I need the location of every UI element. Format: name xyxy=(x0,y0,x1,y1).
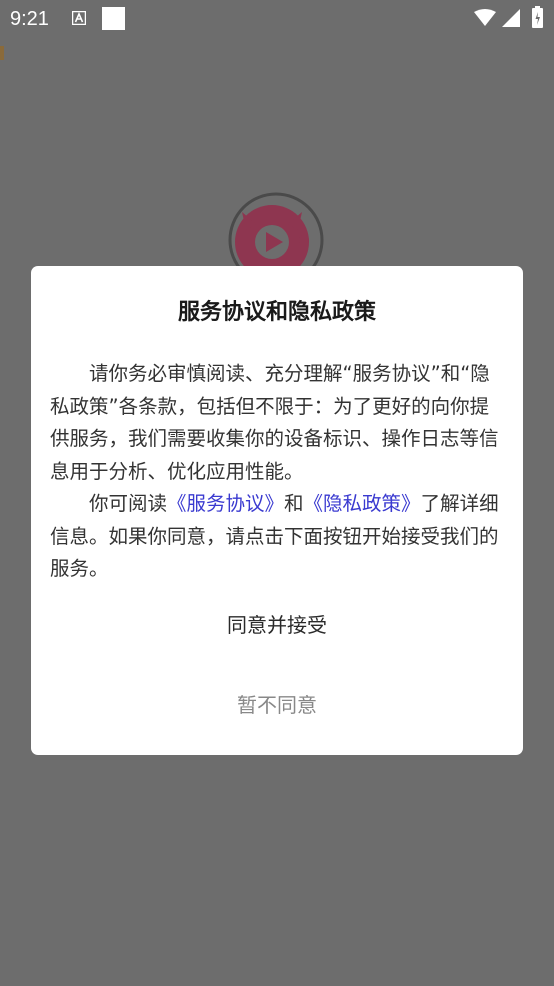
paragraph-middle: 和 xyxy=(284,492,304,515)
screen: 9:21 服务协议和隐私政策 请你务必审慎阅读、充分理解“服务协议”和“隐私政策… xyxy=(0,0,554,986)
square-notification-icon xyxy=(102,7,125,30)
dialog-title: 服务协议和隐私政策 xyxy=(177,300,376,325)
service-agreement-link[interactable]: 《服务协议》 xyxy=(167,492,284,515)
privacy-dialog: 服务协议和隐私政策 请你务必审慎阅读、充分理解“服务协议”和“隐私政策”各条款，… xyxy=(31,266,523,755)
status-bar: 9:21 xyxy=(0,0,554,38)
agree-button[interactable]: 同意并接受 xyxy=(31,603,523,647)
dialog-paragraph: 请你务必审慎阅读、充分理解“服务协议”和“隐私政策”各条款，包括但不限于：为了更… xyxy=(50,362,499,483)
paragraph-prefix: 你可阅读 xyxy=(89,492,168,515)
a-notification-icon xyxy=(72,11,86,25)
dialog-body: 请你务必审慎阅读、充分理解“服务协议”和“隐私政策”各条款，包括但不限于：为了更… xyxy=(50,358,506,586)
wifi-icon xyxy=(474,9,496,26)
dialog-paragraph: 你可阅读《服务协议》和《隐私政策》了解详细信息。如果你同意，请点击下面按钮开始接… xyxy=(50,488,506,586)
edge-indicator xyxy=(0,46,4,60)
disagree-button[interactable]: 暂不同意 xyxy=(31,683,523,727)
battery-icon xyxy=(532,6,543,28)
status-time: 9:21 xyxy=(10,8,49,30)
signal-icon xyxy=(502,9,520,27)
privacy-policy-link[interactable]: 《隐私政策》 xyxy=(304,492,421,515)
